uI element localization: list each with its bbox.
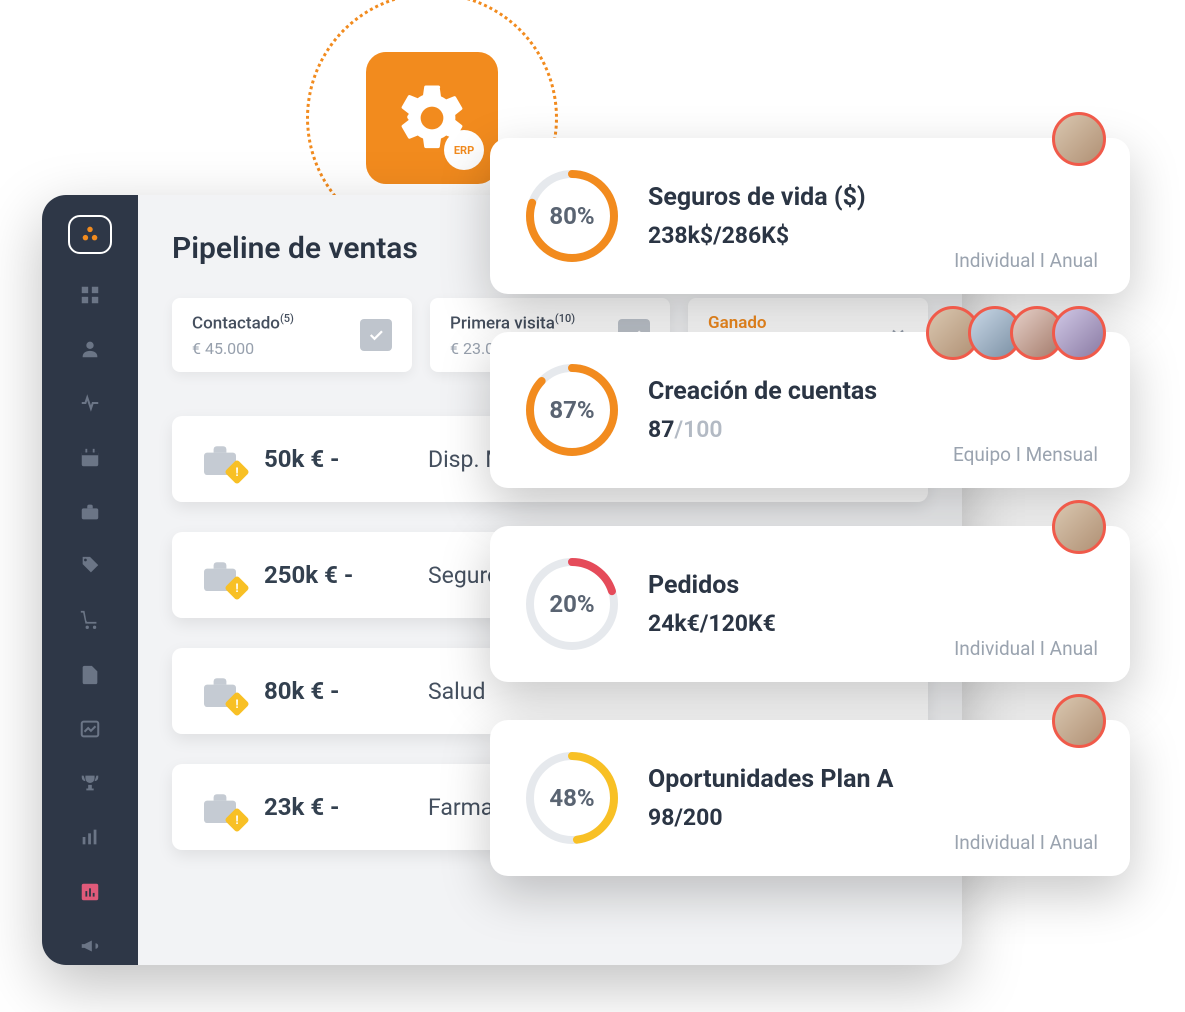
nav-megaphone-icon[interactable] [68,927,112,965]
nav-dashboard-icon[interactable] [68,873,112,911]
kpi-stack: 80% Seguros de vida ($) 238k$/286K$ Indi… [490,138,1130,876]
kpi-value: 98/200 [648,804,1096,831]
progress-ring-icon: 80% [524,168,620,264]
check-icon [360,319,392,351]
kpi-title: Pedidos [648,571,1096,600]
deal-amount: 23k € - [264,793,404,821]
nav-tag-icon[interactable] [68,547,112,585]
nav-trend-icon[interactable] [68,710,112,748]
kpi-meta: Individual I Anual [954,637,1098,660]
erp-label-badge: ERP [444,130,484,170]
nav-grid-icon[interactable] [68,276,112,314]
kpi-percent: 87% [524,362,620,458]
avatar [1052,694,1106,748]
kpi-card[interactable]: 20% Pedidos 24k€/120K€ Individual I Anua… [490,526,1130,682]
kpi-meta: Equipo I Mensual [953,443,1098,466]
nav-contacts-icon[interactable] [68,330,112,368]
kpi-avatars [926,306,1106,360]
kpi-avatars [1052,694,1106,748]
nav-bars-icon[interactable] [68,818,112,856]
briefcase-warning-icon [200,675,240,707]
kpi-title: Creación de cuentas [648,377,1096,406]
avatar [1052,306,1106,360]
sidebar [42,195,138,965]
briefcase-warning-icon [200,559,240,591]
kpi-title: Seguros de vida ($) [648,183,1096,212]
progress-ring-icon: 20% [524,556,620,652]
avatar [1052,112,1106,166]
deal-amount: 80k € - [264,677,404,705]
avatar [1052,500,1106,554]
kpi-value-suffix: /100 [674,416,722,443]
briefcase-warning-icon [200,443,240,475]
kpi-avatars [1052,500,1106,554]
stage-name: Contactado(5) [192,312,294,334]
kpi-value: 238k$/286K$ [648,222,1096,249]
kpi-card[interactable]: 87% Creación de cuentas 87/100 Equipo I … [490,332,1130,488]
stage-amount: € 45.000 [192,339,294,358]
deal-amount: 250k € - [264,561,404,589]
kpi-meta: Individual I Anual [954,249,1098,272]
nav-calendar-icon[interactable] [68,439,112,477]
nav-trophy-icon[interactable] [68,764,112,802]
nav-cart-icon[interactable] [68,601,112,639]
kpi-card[interactable]: 48% Oportunidades Plan A 98/200 Individu… [490,720,1130,876]
nav-document-icon[interactable] [68,656,112,694]
kpi-value: 87/100 [648,416,1096,443]
kpi-percent: 48% [524,750,620,846]
kpi-avatars [1052,112,1106,166]
deal-name: Salud [428,678,485,705]
app-logo-icon[interactable] [68,215,112,254]
kpi-percent: 20% [524,556,620,652]
briefcase-warning-icon [200,791,240,823]
progress-ring-icon: 87% [524,362,620,458]
progress-ring-icon: 48% [524,750,620,846]
deal-amount: 50k € - [264,445,404,473]
kpi-percent: 80% [524,168,620,264]
kpi-card[interactable]: 80% Seguros de vida ($) 238k$/286K$ Indi… [490,138,1130,294]
nav-activity-icon[interactable] [68,384,112,422]
kpi-title: Oportunidades Plan A [648,765,1096,794]
erp-badge: ERP [366,52,498,184]
nav-briefcase-icon[interactable] [68,493,112,531]
kpi-meta: Individual I Anual [954,831,1098,854]
stage-card[interactable]: Contactado(5) € 45.000 [172,298,412,372]
kpi-value: 24k€/120K€ [648,610,1096,637]
